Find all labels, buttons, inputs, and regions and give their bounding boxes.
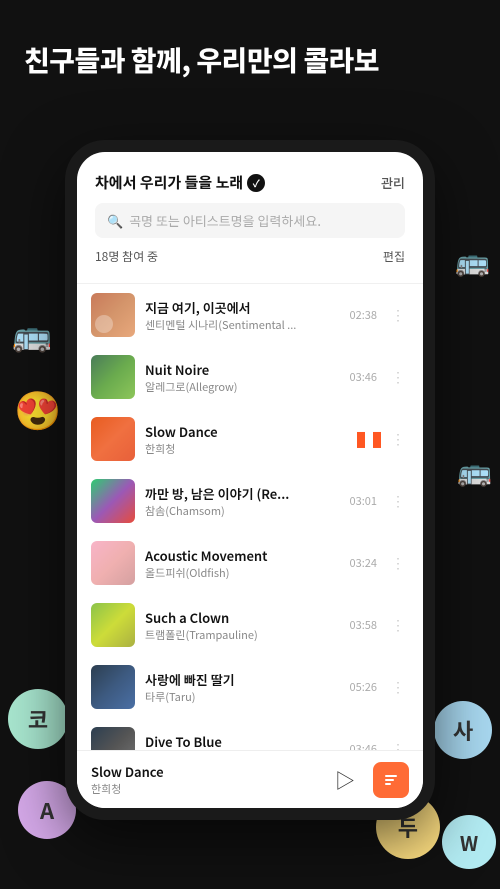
- album-art-8: [91, 727, 135, 750]
- song-item[interactable]: Acoustic Movement 올드피쉬(Oldfish) 03:24 ⋮: [77, 532, 423, 594]
- song-duration-4: 03:01: [350, 493, 377, 509]
- truck-left-emoji: 🚌: [12, 310, 52, 356]
- mini-player-title: Slow Dance: [91, 762, 317, 781]
- song-duration-5: 03:24: [350, 555, 377, 571]
- search-icon: 🔍: [107, 211, 123, 230]
- more-options-icon-4[interactable]: ⋮: [387, 489, 409, 513]
- circle-sa: 사: [434, 701, 492, 759]
- song-artist-1: 센티멘털 시나리(Sentimental ...: [145, 317, 340, 333]
- song-title-5: Acoustic Movement: [145, 546, 340, 565]
- album-art-4: [91, 479, 135, 523]
- song-item[interactable]: Nuit Noire 알레그로(Allegrow) 03:46 ⋮: [77, 346, 423, 408]
- truck-right-bottom-emoji: 🚌: [457, 450, 492, 490]
- mini-queue-button[interactable]: [373, 762, 409, 798]
- song-duration-1: 02:38: [350, 307, 377, 323]
- song-item[interactable]: 사랑에 빠진 딸기 타루(Taru) 05:26 ⋮: [77, 656, 423, 718]
- more-options-icon-1[interactable]: ⋮: [387, 303, 409, 327]
- song-info-4: 까만 방, 남은 이야기 (Re... 참솜(Chamsom): [145, 484, 340, 519]
- song-title-8: Dive To Blue: [145, 732, 340, 751]
- song-info-5: Acoustic Movement 올드피쉬(Oldfish): [145, 546, 340, 581]
- mini-player[interactable]: Slow Dance 한희청 ▷: [77, 750, 423, 808]
- song-item[interactable]: 지금 여기, 이곳에서 센티멘털 시나리(Sentimental ... 02:…: [77, 284, 423, 346]
- mini-player-info: Slow Dance 한희청: [91, 762, 317, 797]
- song-artist-2: 알레그로(Allegrow): [145, 379, 340, 395]
- more-options-icon-6[interactable]: ⋮: [387, 613, 409, 637]
- heart-eyes-emoji: 😍: [14, 380, 61, 435]
- truck-right-top-emoji: 🚌: [455, 240, 490, 280]
- song-duration-7: 05:26: [350, 679, 377, 695]
- playlist-title: 차에서 우리가 들을 노래 ✓: [95, 172, 265, 193]
- song-duration-2: 03:46: [350, 369, 377, 385]
- more-options-icon-8[interactable]: ⋮: [387, 737, 409, 750]
- participants-count: 18명 참여 중: [95, 248, 158, 265]
- song-item[interactable]: Such a Clown 트램폴린(Trampauline) 03:58 ⋮: [77, 594, 423, 656]
- phone-header: 차에서 우리가 들을 노래 ✓ 관리 🔍 곡명 또는 아티스트명을 입력하세요.…: [77, 152, 423, 284]
- song-artist-5: 올드피쉬(Oldfish): [145, 565, 340, 581]
- manage-button[interactable]: 관리: [381, 173, 405, 192]
- album-art-5: [91, 541, 135, 585]
- song-info-3: Slow Dance 한희청: [145, 422, 347, 457]
- song-item[interactable]: Dive To Blue 도나웨일(Donawhale) 03:46 ⋮: [77, 718, 423, 750]
- playlist-title-text: 차에서 우리가 들을 노래: [95, 172, 243, 193]
- mini-play-button[interactable]: ▷: [327, 762, 363, 798]
- phone-mockup: 차에서 우리가 들을 노래 ✓ 관리 🔍 곡명 또는 아티스트명을 입력하세요.…: [65, 140, 435, 820]
- song-title-1: 지금 여기, 이곳에서: [145, 298, 340, 317]
- search-placeholder-text: 곡명 또는 아티스트명을 입력하세요.: [129, 211, 321, 230]
- song-list: 지금 여기, 이곳에서 센티멘털 시나리(Sentimental ... 02:…: [77, 284, 423, 750]
- album-art-7: [91, 665, 135, 709]
- more-options-icon-7[interactable]: ⋮: [387, 675, 409, 699]
- song-title-6: Such a Clown: [145, 608, 340, 627]
- participants-row: 18명 참여 중 편집: [95, 248, 405, 273]
- phone-screen: 차에서 우리가 들을 노래 ✓ 관리 🔍 곡명 또는 아티스트명을 입력하세요.…: [77, 152, 423, 808]
- mini-player-artist: 한희청: [91, 781, 317, 797]
- song-item[interactable]: 까만 방, 남은 이야기 (Re... 참솜(Chamsom) 03:01 ⋮: [77, 470, 423, 532]
- album-art-3: [91, 417, 135, 461]
- album-art-6: [91, 603, 135, 647]
- circle-ko: 코: [8, 689, 68, 749]
- search-bar[interactable]: 🔍 곡명 또는 아티스트명을 입력하세요.: [95, 203, 405, 238]
- chevron-down-icon[interactable]: ✓: [247, 174, 265, 192]
- album-art-2: [91, 355, 135, 399]
- song-artist-3: 한희청: [145, 441, 347, 457]
- song-info-8: Dive To Blue 도나웨일(Donawhale): [145, 732, 340, 751]
- song-title-7: 사랑에 빠진 딸기: [145, 670, 340, 689]
- edit-button[interactable]: 편집: [383, 248, 405, 265]
- song-title-2: Nuit Noire: [145, 360, 340, 379]
- more-options-icon-5[interactable]: ⋮: [387, 551, 409, 575]
- circle-w: W: [442, 815, 496, 869]
- playlist-title-row: 차에서 우리가 들을 노래 ✓ 관리: [95, 172, 405, 193]
- song-duration-8: 03:46: [350, 741, 377, 750]
- more-options-icon-2[interactable]: ⋮: [387, 365, 409, 389]
- album-art-1: [91, 293, 135, 337]
- hero-text: 친구들과 함께, 우리만의 콜라보: [24, 42, 476, 78]
- song-artist-6: 트램폴린(Trampauline): [145, 627, 340, 643]
- playing-bars-icon: ▌▌: [357, 427, 377, 451]
- more-options-icon-3[interactable]: ⋮: [387, 427, 409, 451]
- song-info-1: 지금 여기, 이곳에서 센티멘털 시나리(Sentimental ...: [145, 298, 340, 333]
- song-info-6: Such a Clown 트램폴린(Trampauline): [145, 608, 340, 643]
- song-title-4: 까만 방, 남은 이야기 (Re...: [145, 484, 340, 503]
- song-item-playing[interactable]: Slow Dance 한희청 ▌▌ ⋮: [77, 408, 423, 470]
- song-info-7: 사랑에 빠진 딸기 타루(Taru): [145, 670, 340, 705]
- song-duration-6: 03:58: [350, 617, 377, 633]
- song-info-2: Nuit Noire 알레그로(Allegrow): [145, 360, 340, 395]
- song-artist-4: 참솜(Chamsom): [145, 503, 340, 519]
- song-artist-7: 타루(Taru): [145, 689, 340, 705]
- song-title-3: Slow Dance: [145, 422, 347, 441]
